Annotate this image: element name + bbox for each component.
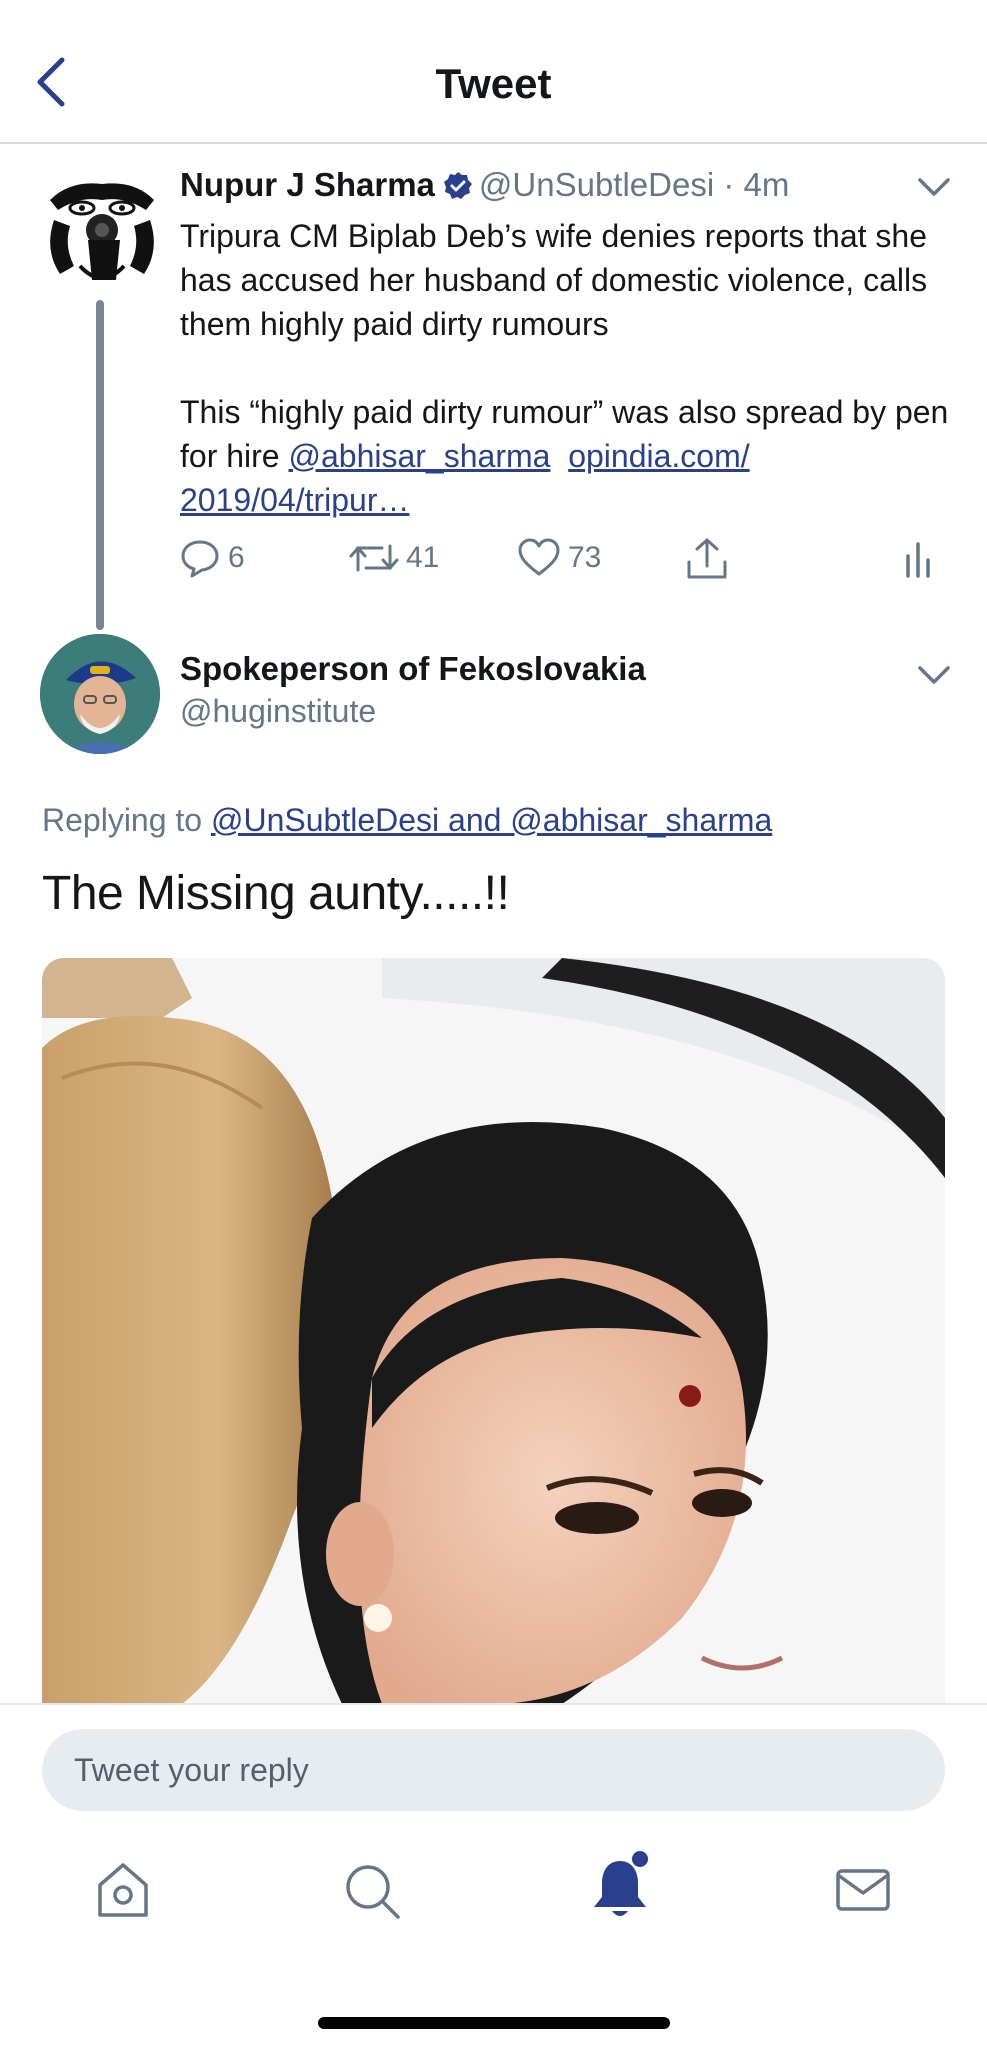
search-icon[interactable] [336,1855,406,1925]
retweet-icon [349,544,399,572]
heart-icon [518,538,560,576]
tweet-menu-chevron-icon[interactable] [914,172,954,202]
share-icon[interactable] [684,536,730,582]
like-button[interactable]: 73 [516,536,601,580]
author-name[interactable]: Nupur J Sharma [180,166,435,203]
photo-woman-in-car [42,958,945,1704]
avatar-portrait [40,634,160,754]
reply-tweet-text: The Missing aunty.....!! [42,867,510,920]
replying-to-link[interactable]: @UnSubtleDesi and @abhisar_sharma [211,802,772,838]
home-icon[interactable] [88,1855,158,1925]
tweet-photo[interactable] [42,958,945,1704]
analytics-icon[interactable] [902,536,938,580]
reply-icon [181,540,219,578]
home-indicator [318,2017,670,2029]
mention-link[interactable]: @abhisar_sharma [288,438,550,474]
messages-icon[interactable] [828,1855,898,1925]
tweet-paragraph-1: Tripura CM Biplab Deb’s wife denies repo… [180,218,928,342]
tweet-actions: 6 41 73 [178,536,948,586]
tweet-header: Nupur J Sharma @UnSubtleDesi · 4m [180,166,789,204]
reply-author-handle[interactable]: @huginstitute [180,693,376,730]
avatar-illustration [40,170,164,294]
top-navigation-bar: Tweet [0,0,987,144]
replying-prefix: Replying to [42,802,211,838]
retweet-count: 41 [406,541,440,574]
tweet-time: · 4m [723,166,790,203]
notifications-icon[interactable] [584,1847,664,1927]
reply-menu-chevron-icon[interactable] [914,660,954,690]
tweet-paragraph-2: This “highly paid dirty rumour” was also… [180,390,960,522]
reply-author-name[interactable]: Spokeperson of Fekoslovakia [180,650,646,688]
retweet-button[interactable]: 41 [348,536,439,580]
reply-composer-area [0,1703,987,2050]
tweet-text: Tripura CM Biplab Deb’s wife denies repo… [180,214,960,522]
url-link-part-2[interactable]: 2019/04/tripur… [180,482,409,518]
author-handle[interactable]: @UnSubtleDesi [479,166,714,203]
reply-button[interactable]: 6 [178,536,245,580]
reply-count: 6 [228,541,245,574]
author-avatar[interactable] [40,170,164,294]
url-link-part-1[interactable]: opindia.com/ [568,438,749,474]
thread-connector-line [96,300,104,630]
page-title: Tweet [435,60,552,107]
reply-author-avatar[interactable] [40,634,160,754]
replying-to: Replying to @UnSubtleDesi and @abhisar_s… [42,802,772,839]
reply-input[interactable] [42,1729,945,1811]
verified-badge-icon [443,172,472,199]
like-count: 73 [568,541,602,574]
